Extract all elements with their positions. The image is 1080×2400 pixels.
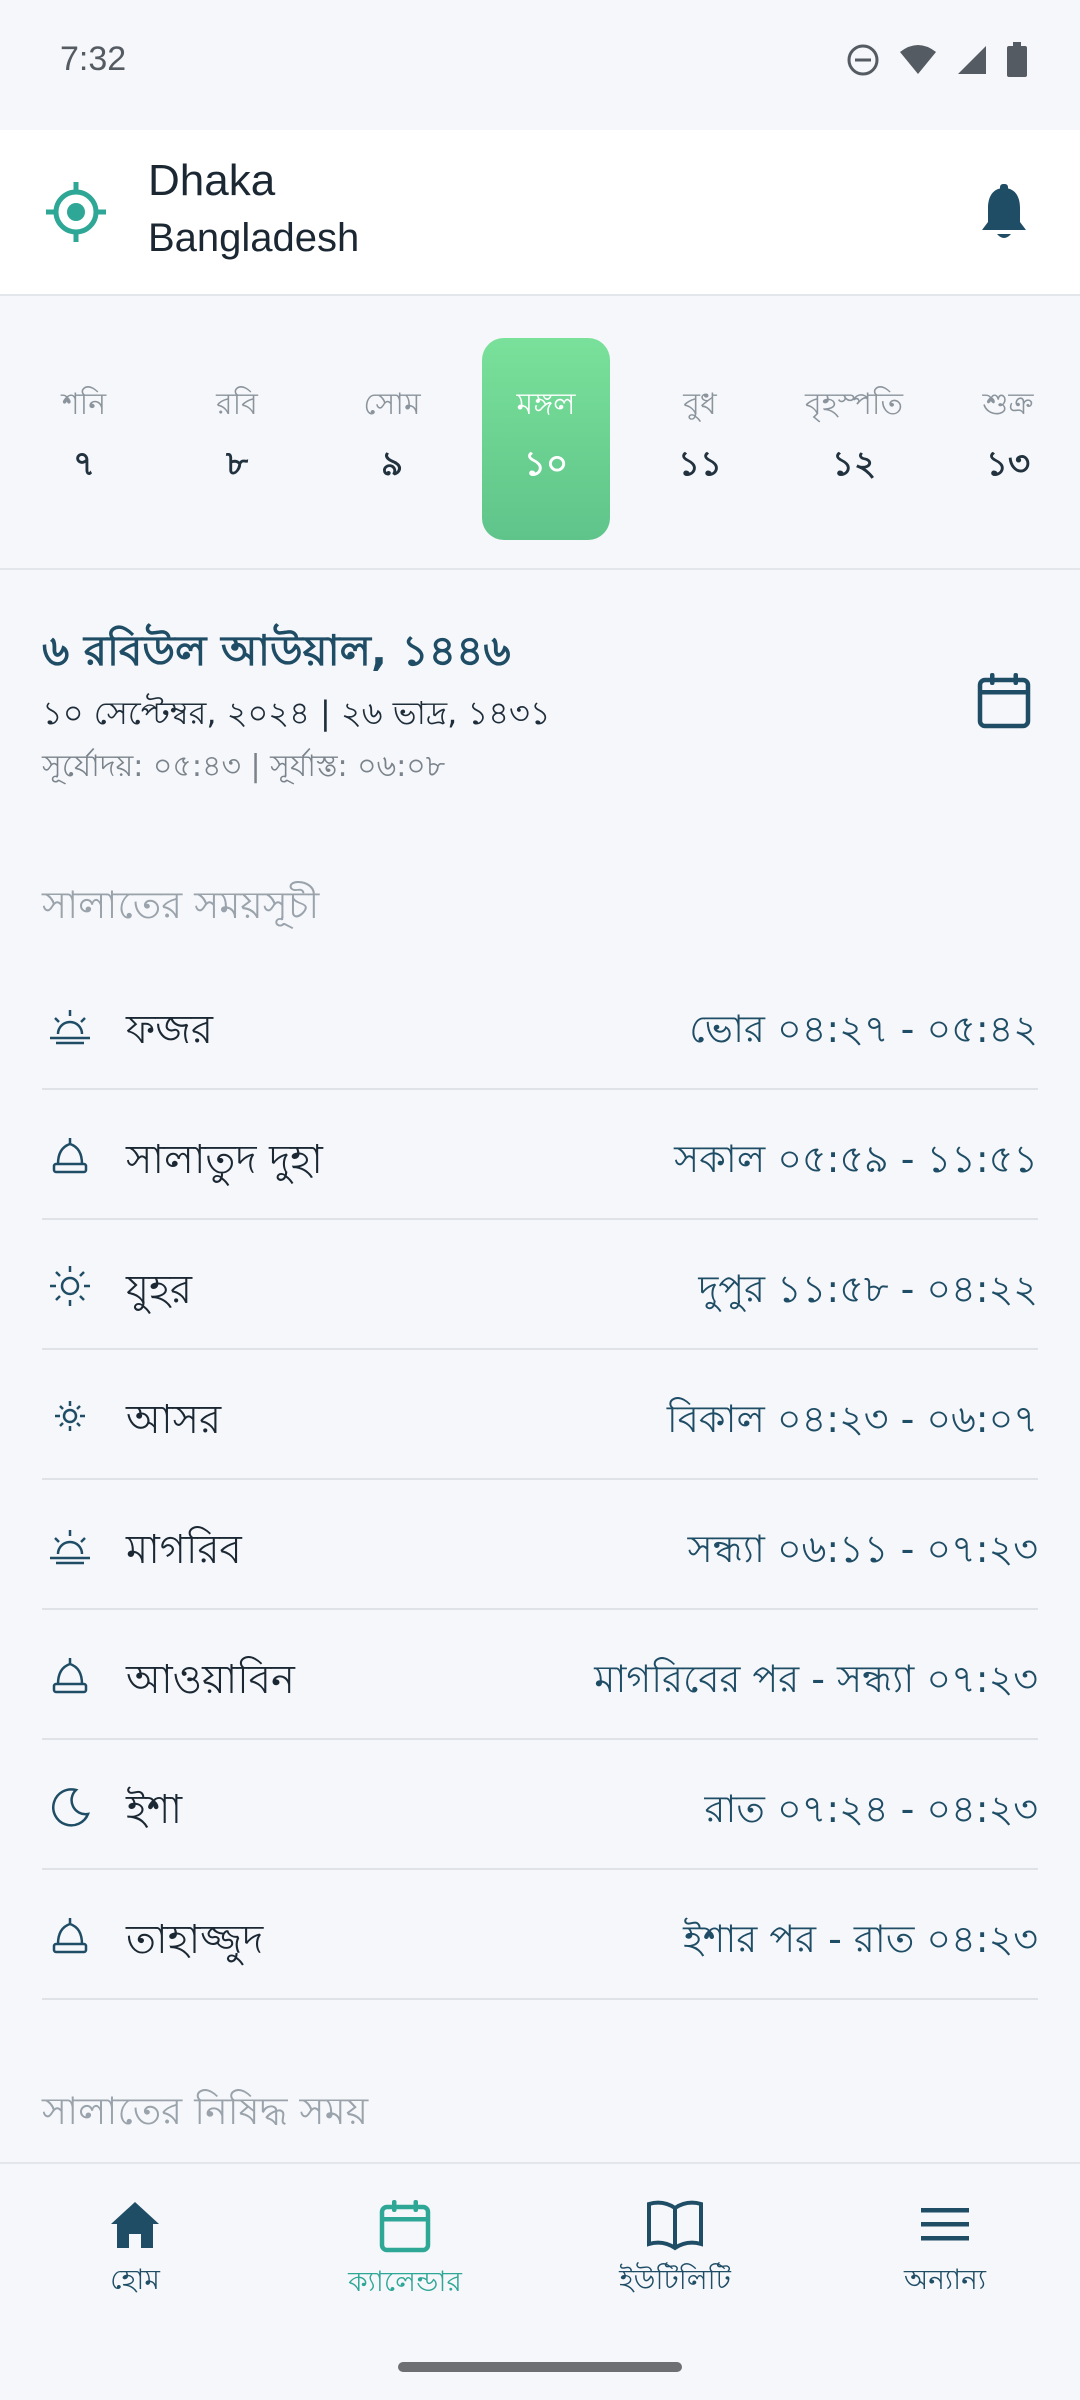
day-number: ১২ <box>831 444 877 484</box>
day-number: ১১ <box>677 444 723 484</box>
prayer-name: আওয়াবিন <box>126 1657 295 1703</box>
day-name: বুধ <box>683 387 717 422</box>
day-name: মঙ্গল <box>516 387 576 422</box>
day-number: ৯ <box>380 444 404 484</box>
prayer-schedule-title: সালাতের সময়সূচী <box>42 883 320 927</box>
prayer-time: দুপুর ১১:৫৮ - ০৪:২২ <box>698 1267 1038 1311</box>
day-item[interactable]: বৃহস্পতি ১২ <box>790 338 918 540</box>
book-icon <box>647 2200 703 2251</box>
location-header: Dhaka Bangladesh <box>0 130 1080 296</box>
mosque-dome-icon <box>52 1138 88 1174</box>
bell-icon[interactable] <box>978 184 1030 246</box>
prayer-list: ফজর ভোর ০৪:২৭ - ০৫:৪২ সালাতুদ দুহা সকাল … <box>42 960 1038 2000</box>
prayer-name: সালাতুদ দুহা <box>126 1137 323 1183</box>
prayer-name: মাগরিব <box>126 1527 242 1573</box>
battery-icon <box>1007 42 1027 77</box>
prayer-time: বিকাল ০৪:২৩ - ০৬:০৭ <box>666 1397 1038 1441</box>
day-name: শুক্র <box>982 387 1034 422</box>
nav-others[interactable]: অন্যান্য <box>810 2198 1080 2305</box>
prayer-row-maghrib[interactable]: মাগরিব সন্ধ্যা ০৬:১১ - ০৭:২৩ <box>42 1480 1038 1610</box>
day-name: রবি <box>216 387 258 422</box>
prayer-name: ইশা <box>126 1787 183 1833</box>
prayer-row-tahajjud[interactable]: তাহাজ্জুদ ইশার পর - রাত ০৪:২৩ <box>42 1870 1038 2000</box>
day-item[interactable]: সোম ৯ <box>328 338 456 540</box>
status-time: 7:32 <box>60 40 127 78</box>
day-item-selected[interactable]: মঙ্গল ১০ <box>482 338 610 540</box>
day-number: ১০ <box>523 444 569 484</box>
wifi-icon <box>900 45 936 74</box>
home-indicator[interactable] <box>398 2362 682 2372</box>
nav-calendar[interactable]: ক্যালেন্ডার <box>270 2198 540 2307</box>
mosque-dome-icon <box>52 1658 88 1694</box>
prayer-name: আসর <box>126 1397 222 1443</box>
prayer-time: সকাল ০৫:৫৯ - ১১:৫১ <box>674 1137 1038 1181</box>
home-icon <box>111 2202 159 2248</box>
calendar-icon[interactable] <box>976 672 1032 734</box>
prayer-time: ইশার পর - রাত ০৪:২৩ <box>683 1917 1038 1961</box>
hijri-date: ৬ রবিউল আউয়াল, ১৪৪৬ <box>42 626 511 675</box>
nav-home[interactable]: হোম <box>0 2198 270 2305</box>
prayer-name: ফজর <box>126 1007 214 1053</box>
nav-utility[interactable]: ইউটিলিটি <box>540 2198 810 2305</box>
prayer-row-fajr[interactable]: ফজর ভোর ০৪:২৭ - ০৫:৪২ <box>42 960 1038 1090</box>
nav-label: ক্যালেন্ডার <box>348 2265 462 2298</box>
prayer-time: মাগরিবের পর - সন্ধ্যা ০৭:২৩ <box>594 1657 1038 1701</box>
prayer-name: যুহর <box>126 1267 193 1313</box>
nav-label: অন্যান্য <box>903 2263 987 2296</box>
sunrise-icon <box>50 1010 90 1045</box>
sun-small-icon <box>55 1401 85 1431</box>
prayer-row-asr[interactable]: আসর বিকাল ০৪:২৩ - ০৬:০৭ <box>42 1350 1038 1480</box>
mosque-dome-icon <box>52 1918 88 1954</box>
nav-label: ইউটিলিটি <box>619 2263 731 2296</box>
day-item[interactable]: শনি ৭ <box>20 338 148 540</box>
nav-label: হোম <box>110 2263 160 2296</box>
day-number: ৭ <box>72 444 96 484</box>
prayer-time: ভোর ০৪:২৭ - ০৫:৪২ <box>689 1007 1038 1051</box>
prayer-row-awwabin[interactable]: আওয়াবিন মাগরিবের পর - সন্ধ্যা ০৭:২৩ <box>42 1610 1038 1740</box>
sunset-icon <box>50 1530 90 1565</box>
calendar-icon <box>379 2200 431 2253</box>
menu-icon <box>921 2208 969 2241</box>
day-item[interactable]: বুধ ১১ <box>636 338 764 540</box>
bottom-navigation: হোম ক্যালেন্ডার ইউটিলিটি অন্যান্য <box>0 2162 1080 2336</box>
day-item[interactable]: শুক্র ১৩ <box>944 338 1072 540</box>
moon-icon <box>52 1788 90 1827</box>
sunrise-sunset-times: সূর্যোদয়: ০৫:৪৩ | সূর্যাস্ত: ০৬:০৮ <box>42 749 446 784</box>
sun-icon <box>50 1266 90 1306</box>
day-name: সোম <box>363 387 421 422</box>
status-bar: 7:32 <box>0 0 1080 130</box>
signal-icon <box>958 46 986 74</box>
location-target-icon[interactable] <box>44 180 108 248</box>
day-name: বৃহস্পতি <box>805 387 903 422</box>
forbidden-times-title: সালাতের নিষিদ্ধ সময় <box>42 2089 369 2133</box>
day-item[interactable]: রবি ৮ <box>173 338 301 540</box>
day-name: শনি <box>61 387 107 422</box>
gregorian-bangla-date: ১০ সেপ্টেম্বর, ২০২৪ | ২৬ ভাদ্র, ১৪৩১ <box>42 694 551 732</box>
week-day-selector: শনি ৭ রবি ৮ সোম ৯ মঙ্গল ১০ বুধ ১১ বৃহস্প… <box>0 298 1080 570</box>
status-icons <box>846 42 1028 78</box>
prayer-time: রাত ০৭:২৪ - ০৪:২৩ <box>704 1787 1038 1831</box>
location-city[interactable]: Dhaka <box>148 156 275 206</box>
location-country[interactable]: Bangladesh <box>148 216 359 261</box>
prayer-row-isha[interactable]: ইশা রাত ০৭:২৪ - ০৪:২৩ <box>42 1740 1038 1870</box>
day-number: ৮ <box>225 444 249 484</box>
prayer-time: সন্ধ্যা ০৬:১১ - ০৭:২৩ <box>687 1527 1038 1571</box>
prayer-row-dhuhr[interactable]: যুহর দুপুর ১১:৫৮ - ০৪:২২ <box>42 1220 1038 1350</box>
prayer-row-duha[interactable]: সালাতুদ দুহা সকাল ০৫:৫৯ - ১১:৫১ <box>42 1090 1038 1220</box>
day-number: ১৩ <box>985 444 1031 484</box>
prayer-name: তাহাজ্জুদ <box>126 1917 264 1963</box>
do-not-disturb-icon <box>847 44 879 76</box>
